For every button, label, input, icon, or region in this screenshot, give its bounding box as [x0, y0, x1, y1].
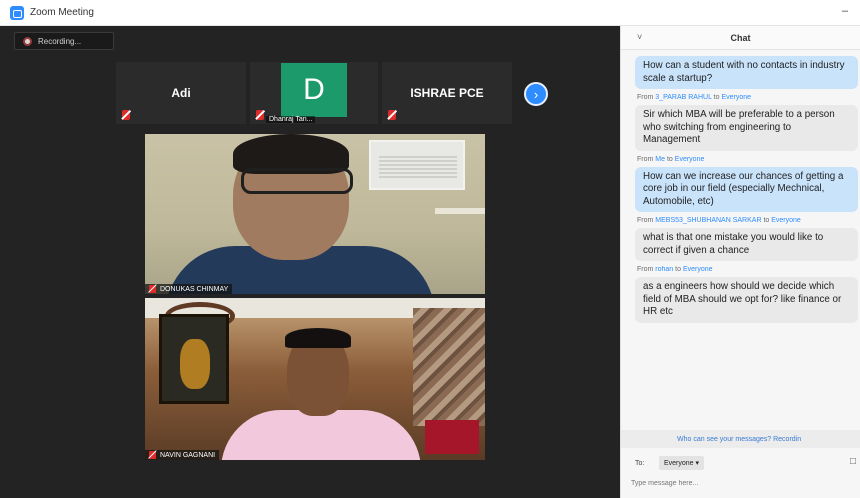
participant-name: NAVIN GAGNANI: [160, 451, 216, 459]
participant-name: ISHRAE PCE: [410, 86, 484, 100]
sender-prefix: From: [637, 266, 654, 273]
chat-sender: From 3_PARAB RAHUL to Everyone: [637, 94, 858, 101]
sender-prefix: From: [637, 155, 654, 163]
sender-target: Everyone: [682, 266, 713, 273]
chat-sender: From Me to Everyone: [637, 156, 858, 163]
mic-muted-icon: [149, 285, 156, 293]
chat-messages[interactable]: How can a student with no contacts in in…: [635, 56, 858, 328]
file-share-icon[interactable]: □: [850, 456, 856, 467]
chat-message: How can a student with no contacts in in…: [635, 56, 858, 89]
red-cabinet: [425, 420, 479, 454]
video-feed-navin[interactable]: NAVIN GAGNANI: [145, 298, 485, 460]
person-hair: [285, 328, 351, 348]
chat-sender: From rohan to Everyone: [637, 266, 858, 273]
participant-name: DONUKAS CHINMAY: [160, 285, 229, 293]
sender-to: to: [675, 266, 681, 273]
sender-to: to: [666, 155, 673, 163]
sender-target: Everyone: [674, 155, 705, 163]
chevron-right-icon: ›: [533, 86, 539, 102]
privacy-text: Who can see your messages? Recordin: [677, 435, 802, 443]
glasses: [241, 168, 353, 194]
chat-panel: ˅ Chat How can a student with no contact…: [620, 26, 860, 498]
sender-name: MEBS53_SHUBHANAN SARKAR: [655, 217, 762, 224]
sender-to: to: [713, 94, 720, 101]
sender-prefix: From: [637, 217, 654, 224]
video-feed-chinmay[interactable]: DONUKAS CHINMAY: [145, 134, 485, 294]
record-icon: [23, 36, 32, 46]
video-name-label: DONUKAS CHINMAY: [145, 284, 233, 294]
sender-name: 3_PARAB RAHUL: [655, 94, 712, 101]
mic-muted-icon: [388, 110, 396, 120]
next-page-button[interactable]: ›: [524, 82, 548, 106]
message-input[interactable]: [631, 476, 850, 490]
air-conditioner: [369, 140, 465, 190]
minimize-button[interactable]: –: [842, 5, 848, 17]
person-body: [221, 410, 421, 460]
to-label: To:: [635, 460, 645, 467]
chat-sender: From MEBS53_SHUBHANAN SARKAR to Everyone: [637, 217, 858, 224]
chat-title: Chat: [730, 33, 751, 43]
mic-muted-icon: [149, 451, 156, 459]
wall-painting: [159, 314, 229, 404]
mic-muted-icon: [256, 110, 264, 120]
sender-name: Me: [655, 155, 666, 163]
sender-prefix: From: [637, 94, 654, 101]
sender-to: to: [763, 217, 770, 224]
participant-name: Adi: [171, 86, 191, 100]
chat-message: Sir which MBA will be preferable to a pe…: [635, 105, 858, 151]
chat-message: How can we increase our chances of getti…: [635, 166, 858, 212]
zoom-icon: [10, 5, 24, 20]
chat-header: ˅ Chat: [621, 26, 860, 50]
recording-label: Recording...: [38, 36, 82, 46]
chat-composer: To: Everyone ▾ □: [621, 450, 860, 498]
recipient-select[interactable]: Everyone ▾: [659, 456, 705, 470]
recording-indicator[interactable]: Recording...: [14, 32, 114, 50]
chat-message: as a engineers how should we decide whic…: [635, 277, 858, 323]
sender-target: Everyone: [771, 217, 801, 224]
wood-panel: [413, 308, 485, 426]
participant-tile-dhanraj[interactable]: D Dhanraj Tan...: [250, 62, 378, 124]
video-stage: Recording... Adi D Dhanraj Tan... ISHRAE…: [0, 26, 620, 498]
privacy-notice[interactable]: Who can see your messages? Recordin: [621, 430, 860, 448]
window-title: Zoom Meeting: [30, 7, 94, 18]
participant-name: Dhanraj Tan...: [266, 116, 316, 123]
sender-target: Everyone: [721, 94, 752, 101]
chat-message: what is that one mistake you would like …: [635, 228, 858, 261]
video-name-label: NAVIN GAGNANI: [145, 450, 220, 460]
participant-tile-ishrae[interactable]: ISHRAE PCE: [382, 62, 512, 124]
avatar: D: [281, 63, 347, 117]
background-shelf: [435, 208, 485, 214]
sender-name: rohan: [655, 266, 674, 273]
participant-tile-adi[interactable]: Adi: [116, 62, 246, 124]
title-bar: Zoom Meeting –: [0, 0, 860, 26]
mic-muted-icon: [122, 110, 130, 120]
